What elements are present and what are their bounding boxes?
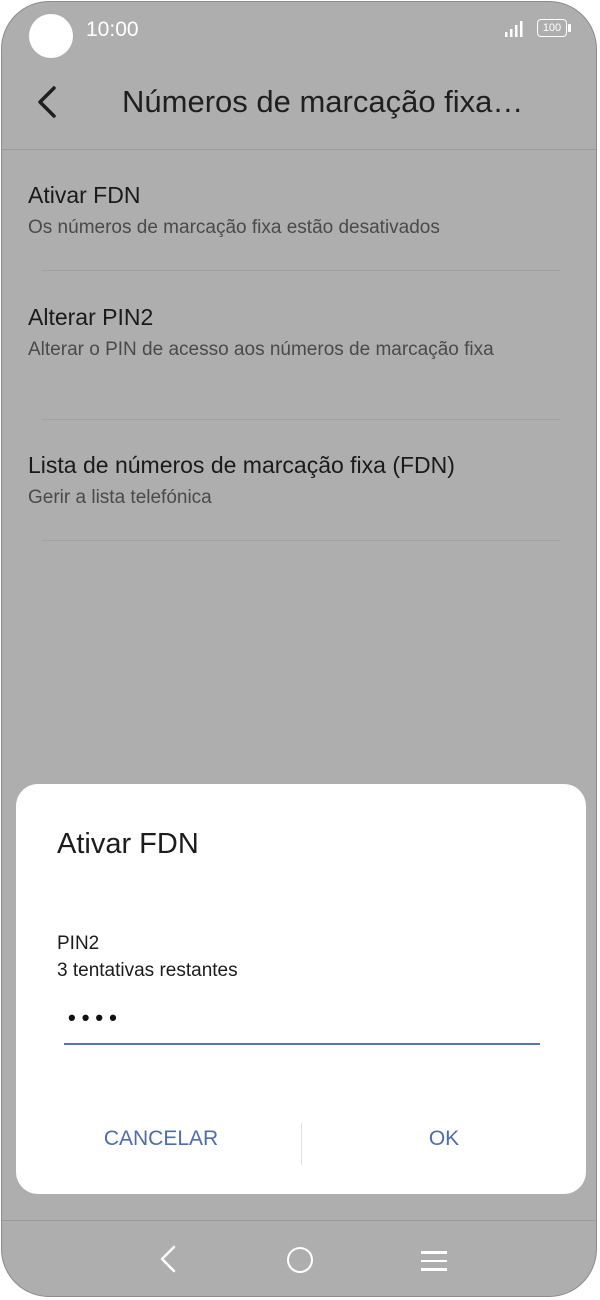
battery-icon: 100 [537, 19, 571, 37]
status-time: 10:00 [86, 18, 139, 41]
app-bar: Números de marcação fixa… [2, 58, 596, 150]
attempts-remaining: 3 tentativas restantes [57, 960, 238, 981]
pin-input[interactable]: •••• [64, 1003, 540, 1045]
list-divider [42, 540, 560, 541]
pin-label-block: PIN2 3 tentativas restantes [57, 930, 238, 984]
setting-item-lista-fdn[interactable]: Lista de números de marcação fixa (FDN) … [28, 450, 568, 511]
nav-back-icon[interactable] [156, 1243, 180, 1275]
setting-subtitle: Alterar o PIN de acesso aos números de m… [28, 339, 494, 360]
setting-item-ativar-fdn[interactable]: Ativar FDN Os números de marcação fixa e… [28, 180, 568, 241]
pin-dialog: Ativar FDN PIN2 3 tentativas restantes •… [16, 784, 586, 1194]
page-title: Números de marcação fixa… [122, 84, 524, 119]
setting-title: Ativar FDN [28, 182, 141, 208]
setting-title: Alterar PIN2 [28, 304, 154, 330]
back-arrow-icon[interactable] [30, 80, 66, 124]
setting-title: Lista de números de marcação fixa (FDN) [28, 452, 455, 478]
ok-button[interactable]: OK [346, 1114, 542, 1164]
nav-menu-icon[interactable] [421, 1251, 449, 1271]
setting-subtitle: Gerir a lista telefónica [28, 487, 212, 508]
battery-level: 100 [542, 22, 562, 34]
cancel-button[interactable]: CANCELAR [56, 1114, 266, 1164]
button-divider [301, 1123, 302, 1165]
list-divider [42, 419, 560, 420]
pin-value: •••• [68, 1005, 123, 1030]
dialog-title: Ativar FDN [57, 828, 199, 860]
camera-cutout [29, 14, 73, 58]
setting-subtitle: Os números de marcação fixa estão desati… [28, 217, 440, 238]
nav-home-icon[interactable] [287, 1247, 313, 1273]
phone-screen: 10:00 100 Números de marcação fixa… Ativ… [1, 1, 597, 1297]
setting-item-alterar-pin2[interactable]: Alterar PIN2 Alterar o PIN de acesso aos… [28, 302, 568, 363]
status-bar: 10:00 100 [2, 2, 596, 58]
pin-label: PIN2 [57, 933, 100, 954]
signal-icon [505, 21, 523, 37]
list-divider [42, 270, 560, 271]
nav-bar [2, 1220, 596, 1296]
